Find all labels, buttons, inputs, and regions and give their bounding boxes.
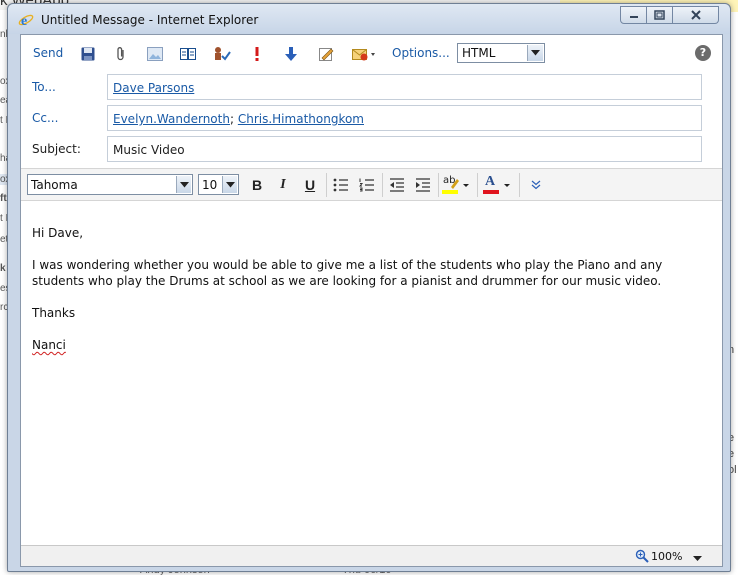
recipient-link[interactable]: Dave Parsons <box>113 81 194 95</box>
body-closing: Thanks <box>32 306 76 320</box>
font-color-button[interactable]: A <box>482 174 512 195</box>
close-icon <box>690 10 701 20</box>
cc-field[interactable]: Evelyn.Wandernoth; Chris.Himathongkom <box>107 105 702 131</box>
highlighter-icon <box>442 179 469 194</box>
italic-button[interactable]: I <box>273 175 293 195</box>
more-options-icon[interactable] <box>526 175 546 195</box>
help-button[interactable]: ? <box>695 45 711 61</box>
window-titlebar[interactable]: e Untitled Message - Internet Explorer <box>8 4 730 34</box>
close-button[interactable] <box>673 6 719 24</box>
address-book-icon[interactable] <box>179 45 197 63</box>
subject-row: Subject: Music Video <box>21 134 722 164</box>
toolbar-divider <box>326 173 327 197</box>
to-field[interactable]: Dave Parsons <box>107 74 702 100</box>
toolbar-divider <box>519 173 520 197</box>
recipient-link[interactable]: Chris.Himathongkom <box>238 112 364 126</box>
font-size-value: 10 <box>202 178 218 192</box>
body-signature: Nanci <box>32 338 66 352</box>
subject-value: Music Video <box>113 143 185 157</box>
low-importance-icon[interactable] <box>282 45 300 63</box>
body-paragraph: I was wondering whether you would be abl… <box>32 258 663 288</box>
window-controls <box>620 6 726 24</box>
zoom-dropdown-icon[interactable] <box>693 551 702 565</box>
message-body[interactable]: Hi Dave, I was wondering whether you wou… <box>21 202 722 545</box>
zoom-icon <box>635 549 649 563</box>
formatting-toolbar: Tahoma 10 B I U ab A <box>21 168 722 201</box>
signature-icon[interactable] <box>317 45 335 63</box>
to-button[interactable]: To... <box>32 80 56 94</box>
message-form: Send Options... HTML ? To... Dave Parson… <box>20 34 723 567</box>
toolbar-divider <box>477 173 478 197</box>
internet-explorer-icon: e <box>18 12 34 29</box>
message-toolbar: Send Options... HTML ? <box>21 35 722 71</box>
body-greeting: Hi Dave, <box>32 226 84 240</box>
underline-button[interactable]: U <box>300 175 320 195</box>
font-name-value: Tahoma <box>31 178 78 192</box>
message-flag-icon[interactable] <box>351 45 377 63</box>
high-importance-icon[interactable] <box>248 45 266 63</box>
font-color-icon <box>483 184 510 194</box>
font-size-select[interactable]: 10 <box>198 174 239 195</box>
bold-button[interactable]: B <box>247 175 267 195</box>
save-icon[interactable] <box>79 45 97 63</box>
decrease-indent-icon[interactable] <box>387 175 407 195</box>
increase-indent-icon[interactable] <box>413 175 433 195</box>
bullets-icon[interactable] <box>331 175 351 195</box>
chevron-down-icon <box>176 176 191 193</box>
highlight-button[interactable]: ab <box>441 175 471 195</box>
window-title: Untitled Message - Internet Explorer <box>41 13 259 27</box>
chevron-down-icon <box>527 45 543 61</box>
message-format-select[interactable]: HTML <box>457 43 545 63</box>
attach-icon[interactable] <box>112 45 130 63</box>
status-bar: 100% <box>21 545 722 566</box>
restore-button[interactable] <box>647 6 673 24</box>
subject-field[interactable]: Music Video <box>107 136 702 162</box>
compose-window: e Untitled Message - Internet Explorer S… <box>7 3 731 572</box>
minimize-icon <box>629 16 638 18</box>
font-name-select[interactable]: Tahoma <box>27 174 193 195</box>
to-row: To... Dave Parsons <box>21 72 722 102</box>
svg-text:e: e <box>21 14 27 28</box>
toolbar-divider <box>438 173 439 197</box>
cc-row: Cc... Evelyn.Wandernoth; Chris.Himathong… <box>21 103 722 133</box>
check-names-icon[interactable] <box>213 45 231 63</box>
zoom-control[interactable]: 100% <box>635 549 682 563</box>
options-button[interactable]: Options... <box>392 46 450 60</box>
cc-button[interactable]: Cc... <box>32 111 58 125</box>
insert-image-icon[interactable] <box>146 45 164 63</box>
zoom-level: 100% <box>651 549 683 563</box>
recipient-separator: ; <box>229 112 235 126</box>
send-button[interactable]: Send <box>33 46 63 60</box>
chevron-down-icon <box>222 176 237 193</box>
recipient-link[interactable]: Evelyn.Wandernoth <box>113 112 230 126</box>
message-format-value: HTML <box>462 46 496 60</box>
restore-icon <box>654 10 665 20</box>
toolbar-divider <box>382 173 383 197</box>
minimize-button[interactable] <box>620 6 647 24</box>
numbering-icon[interactable] <box>357 175 377 195</box>
subject-label: Subject: <box>32 142 81 156</box>
